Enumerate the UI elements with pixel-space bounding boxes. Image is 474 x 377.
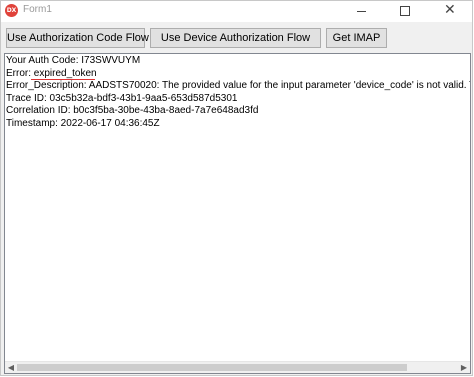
maximize-button[interactable] (384, 1, 426, 22)
app-window: DX Form1 ✕ Use Authorization Code Flow U… (0, 0, 473, 376)
get-imap-button[interactable]: Get IMAP (326, 28, 387, 48)
output-line-timestamp: Timestamp: 2022-06-17 04:36:45Z (6, 117, 160, 129)
app-logo-icon: DX (5, 4, 18, 17)
horizontal-scrollbar[interactable]: ◀ ▶ (5, 361, 470, 373)
title-bar: DX Form1 ✕ (1, 1, 472, 22)
window-title: Form1 (23, 4, 52, 15)
output-line-trace-id: Trace ID: 03c5b32a-bdf3-43b1-9aa5-653d58… (6, 92, 238, 104)
scrollbar-thumb[interactable] (17, 364, 407, 371)
use-authorization-code-flow-button[interactable]: Use Authorization Code Flow (6, 28, 149, 48)
use-device-authorization-flow-button[interactable]: Use Device Authorization Flow (150, 28, 321, 48)
scroll-left-icon[interactable]: ◀ (6, 363, 16, 373)
scroll-right-icon[interactable]: ▶ (459, 363, 469, 373)
output-line-auth-code: Your Auth Code: I73SWVUYM (6, 55, 141, 66)
error-underline-annotation (31, 79, 95, 80)
close-button[interactable]: ✕ (429, 1, 471, 22)
output-textbox[interactable]: Your Auth Code: I73SWVUYM Error: expired… (4, 53, 471, 374)
output-lines: Your Auth Code: I73SWVUYM Error: expired… (6, 55, 470, 130)
output-line-correlation-id: Correlation ID: b0c3f5ba-30be-43ba-8aed-… (6, 105, 259, 116)
close-icon: ✕ (444, 2, 456, 18)
minimize-button[interactable] (341, 1, 383, 22)
output-line-error-description: Error_Description: AADSTS70020: The prov… (6, 80, 470, 91)
